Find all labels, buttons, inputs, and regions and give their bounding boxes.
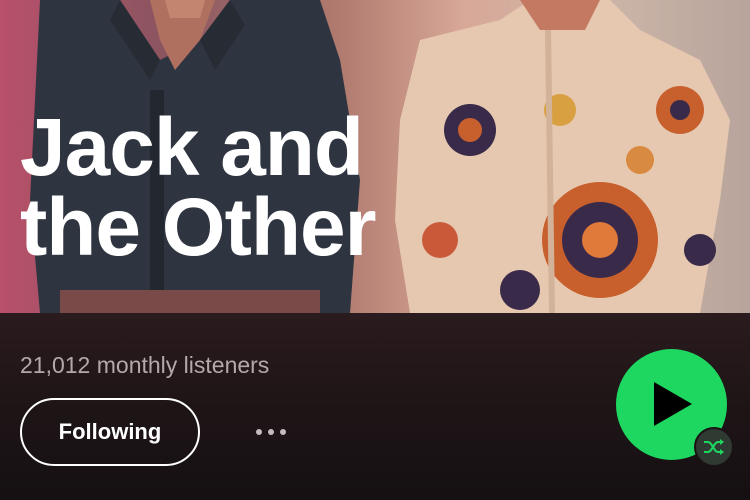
more-options-icon	[256, 429, 262, 435]
monthly-listeners: 21,012 monthly listeners	[20, 352, 270, 378]
more-options-dot	[280, 429, 286, 435]
artist-name: Jack and the Other	[20, 102, 376, 273]
shuffle-button[interactable]	[694, 427, 734, 467]
play-icon	[654, 382, 692, 426]
shuffle-icon	[704, 439, 724, 455]
more-options-dot	[268, 429, 274, 435]
following-button[interactable]: Following	[20, 398, 200, 466]
more-options-button[interactable]	[248, 418, 294, 446]
artist-header-image: Jack and the Other	[0, 0, 750, 313]
